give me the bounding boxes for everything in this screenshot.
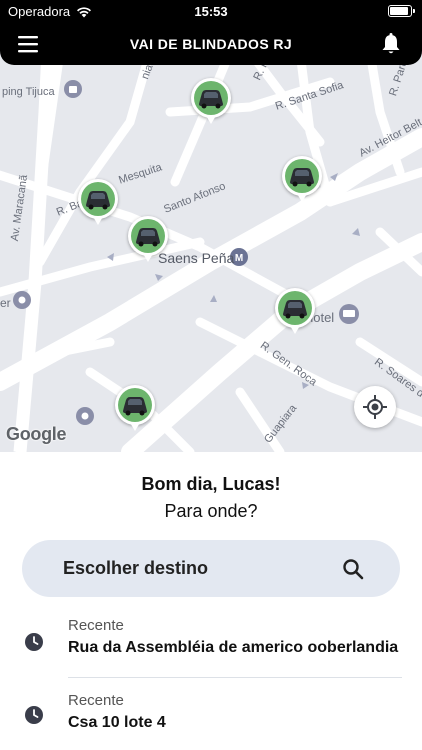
pin-tail bbox=[92, 215, 104, 225]
vehicle-pin[interactable] bbox=[115, 385, 155, 433]
clock-icon bbox=[25, 633, 43, 651]
pin-tail bbox=[205, 114, 217, 124]
battery-level bbox=[390, 7, 409, 15]
pin-tail bbox=[289, 324, 301, 334]
destination-search-button[interactable]: Escolher destino bbox=[22, 540, 400, 597]
street-label-shopping: ping Tijuca bbox=[2, 86, 55, 98]
recent-destination-item[interactable]: Recente Rua da Assembléia de americo oob… bbox=[0, 610, 422, 684]
recent-destination-item[interactable]: Recente Csa 10 lote 4 bbox=[0, 685, 422, 750]
vehicle-pin[interactable] bbox=[282, 156, 322, 204]
battery-icon bbox=[388, 5, 415, 17]
vehicle-pin[interactable] bbox=[275, 288, 315, 336]
destination-prompt: Para onde? bbox=[164, 501, 258, 521]
recent-address: Csa 10 lote 4 bbox=[68, 714, 166, 731]
svg-text:M: M bbox=[235, 253, 243, 264]
vehicle-pin[interactable] bbox=[191, 78, 231, 126]
vehicle-pin[interactable] bbox=[78, 179, 118, 227]
recent-kind-label: Recente bbox=[68, 617, 124, 634]
recent-address: Rua da Assembléia de americo ooberlandia bbox=[68, 639, 399, 656]
google-attribution[interactable]: Google bbox=[6, 424, 67, 445]
armored-car-icon bbox=[199, 90, 223, 109]
map-view[interactable]: M ping Tijuca R. Santa Sofia Mesquita Sa… bbox=[0, 52, 422, 452]
status-bar: Operadora 15:53 bbox=[0, 0, 422, 24]
armored-car-icon bbox=[283, 300, 307, 319]
my-location-button[interactable] bbox=[354, 386, 396, 428]
vehicle-pin[interactable] bbox=[128, 216, 168, 264]
bell-icon[interactable] bbox=[380, 32, 402, 56]
recent-kind-label: Recente bbox=[68, 692, 124, 709]
pin-tail bbox=[296, 192, 308, 202]
clock-icon bbox=[25, 706, 43, 724]
street-label-er: er bbox=[0, 296, 11, 310]
armored-car-icon bbox=[123, 397, 147, 416]
app-title: VAI DE BLINDADOS RJ bbox=[129, 36, 293, 52]
search-icon bbox=[343, 559, 364, 580]
crosshair-icon bbox=[363, 395, 387, 419]
app-header: VAI DE BLINDADOS RJ bbox=[0, 24, 422, 65]
search-label: Escolher destino bbox=[63, 558, 209, 578]
divider bbox=[68, 677, 402, 678]
pin-tail bbox=[142, 252, 154, 262]
armored-car-icon bbox=[290, 168, 314, 187]
armored-car-icon bbox=[136, 228, 160, 247]
clock: 15:53 bbox=[194, 4, 228, 19]
armored-car-icon bbox=[86, 191, 110, 210]
destination-sheet: Bom dia, Lucas! Para onde? Escolher dest… bbox=[0, 452, 422, 750]
street-label-saens-pena: Saens Peña bbox=[158, 250, 235, 266]
app-screen: Operadora 15:53 M ping Tijuca R. Santa S… bbox=[0, 0, 422, 750]
greeting-text: Bom dia, Lucas! bbox=[141, 474, 281, 494]
pin-tail bbox=[129, 421, 141, 431]
